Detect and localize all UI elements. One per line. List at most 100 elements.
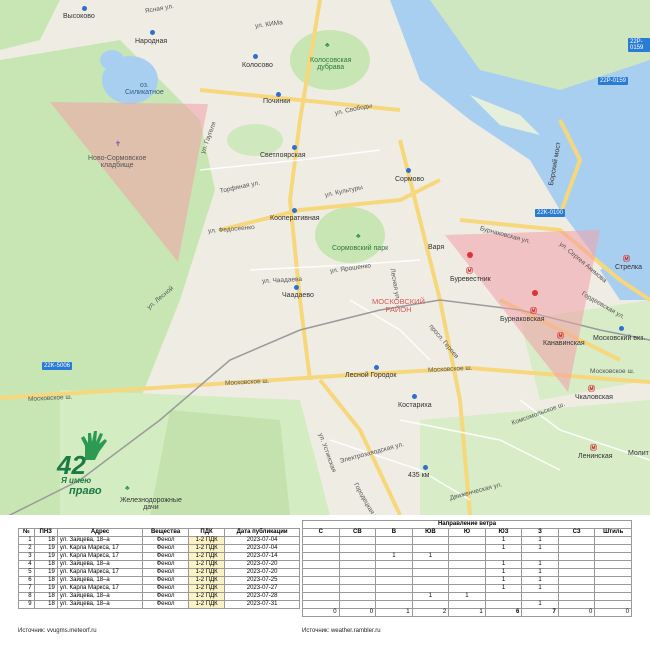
table-row: 7 19 ул. Карла Маркса, 17 Фенол 1-2 ПДК 2023-… (18, 584, 300, 593)
metro-icon-strelka: Ⓜ (623, 256, 630, 263)
table-cell: ул. Зайцева, 18–а (56, 536, 144, 545)
table-cell (557, 560, 596, 569)
label-zhd-dachi: Железнодорожные дачи (120, 497, 182, 511)
table-cell: 1 (521, 536, 559, 545)
total-cell: 0 (338, 608, 377, 617)
table-cell: 1 (521, 544, 559, 553)
wind-direction-table: Направление ветра С СВ В ЮВ Ю ЮЗ З СЗ Штиль 1111… (302, 520, 632, 617)
table-cell: 1-2 ПДК (187, 544, 226, 553)
table-cell: Фенол (142, 592, 189, 601)
table-cell: 2023-07-25 (224, 576, 300, 585)
wind-table-header: ЮЗ (484, 528, 523, 537)
table-cell (557, 568, 596, 577)
table-cell: 18 (33, 592, 58, 601)
table-cell: 2023-07-14 (224, 552, 300, 561)
table-cell (448, 552, 486, 561)
table-cell (411, 536, 450, 545)
table-cell: 1 (18, 536, 35, 545)
metro-icon-kanavinskaya: Ⓜ (557, 333, 564, 340)
wind-table-header: С (302, 528, 340, 537)
table-cell (484, 600, 523, 609)
label-burevestnik: Буревестник (450, 276, 491, 283)
table-cell: ул. Карла Маркса, 17 (56, 552, 144, 561)
table-cell: 1 (521, 576, 559, 585)
table-cell (375, 584, 413, 593)
table-cell (338, 568, 377, 577)
table-cell: 2023-07-31 (224, 600, 300, 609)
table-row: 11 (302, 544, 632, 553)
table-cell (411, 576, 450, 585)
table-cell: 7 (18, 584, 35, 593)
pollution-table-header: Дата публикации (224, 528, 300, 537)
wind-table-header: ЮВ (411, 528, 450, 537)
logo-line2: право (69, 485, 102, 497)
table-cell: ул. Зайцева, 18–а (56, 560, 144, 569)
label-sormovsky-park: Сормовский парк (332, 245, 389, 252)
table-cell (302, 600, 340, 609)
street-moskovskoe-4: Московское ш. (590, 368, 635, 375)
table-cell: 5 (18, 568, 35, 577)
table-cell (594, 592, 632, 601)
table-cell: 1 (521, 584, 559, 593)
table-cell: Фенол (142, 536, 189, 545)
table-cell: 3 (18, 552, 35, 561)
label-chaadaevo: Чаадаево (282, 292, 314, 299)
table-cell: Фенол (142, 544, 189, 553)
source-right: Источник: weather.rambler.ru (302, 628, 381, 634)
table-cell (557, 536, 596, 545)
table-cell: 1 (484, 568, 523, 577)
cemetery-icon: ✝ (115, 141, 121, 148)
table-cell (302, 560, 340, 569)
table-cell (448, 536, 486, 545)
table-cell: ул. Карла Маркса, 17 (56, 544, 144, 553)
total-cell: 1 (448, 608, 486, 617)
label-lesnoy-gorodok: Лесной Городок (345, 372, 397, 379)
table-row: 11 (302, 552, 632, 561)
label-leninskaya: Ленинская (578, 453, 613, 460)
table-cell: 1 (521, 568, 559, 577)
label-chkalovskaya: Чкаловская (575, 394, 613, 401)
table-cell: 18 (33, 600, 58, 609)
total-cell: 1 (375, 608, 413, 617)
label-vysokovo: Высоково (63, 13, 95, 20)
table-cell (594, 600, 632, 609)
table-cell: 2023-07-20 (224, 568, 300, 577)
total-cell: 0 (557, 608, 596, 617)
table-cell: 18 (33, 560, 58, 569)
wind-table-header: В (375, 528, 413, 537)
table-cell (594, 536, 632, 545)
table-cell (557, 576, 596, 585)
table-cell (338, 592, 377, 601)
table-cell (302, 552, 340, 561)
table-cell: 2 (18, 544, 35, 553)
map[interactable]: Высоково Народная Колосово Колосовская д… (0, 0, 650, 515)
table-cell: 1-2 ПДК (187, 584, 226, 593)
wind-table-header: Штиль (594, 528, 632, 537)
table-cell (338, 544, 377, 553)
table-cell (594, 552, 632, 561)
table-cell: 19 (33, 568, 58, 577)
table-cell (411, 544, 450, 553)
table-cell: ул. Карла Маркса, 17 (56, 568, 144, 577)
table-cell (375, 568, 413, 577)
table-cell: 6 (18, 576, 35, 585)
pollution-table-header: № (18, 528, 35, 537)
table-row: 3 19 ул. Карла Маркса, 17 Фенол 1-2 ПДК 2023-… (18, 552, 300, 561)
pollution-table-header: Адрес (56, 528, 144, 537)
station-marker-pochinki (276, 92, 281, 97)
table-cell (411, 584, 450, 593)
table-cell: 1-2 ПДК (187, 560, 226, 569)
table-cell (557, 592, 596, 601)
pollution-table-header: ПДК (187, 528, 226, 537)
table-row: 5 19 ул. Карла Маркса, 17 Фенол 1-2 ПДК 2023-… (18, 568, 300, 577)
totals-row: 001216700 (302, 608, 632, 617)
table-cell (521, 592, 559, 601)
table-cell: 4 (18, 560, 35, 569)
label-svetloyarskaya: Светлоярская (260, 152, 306, 159)
table-cell: ул. Карла Маркса, 17 (56, 584, 144, 593)
metro-icon-chkalovskaya: Ⓜ (588, 386, 595, 393)
table-cell (594, 576, 632, 585)
label-strelka: Стрелка (615, 264, 643, 271)
station-marker-svetloyarskaya (292, 145, 297, 150)
logo: 42 Я имею право (55, 430, 115, 500)
